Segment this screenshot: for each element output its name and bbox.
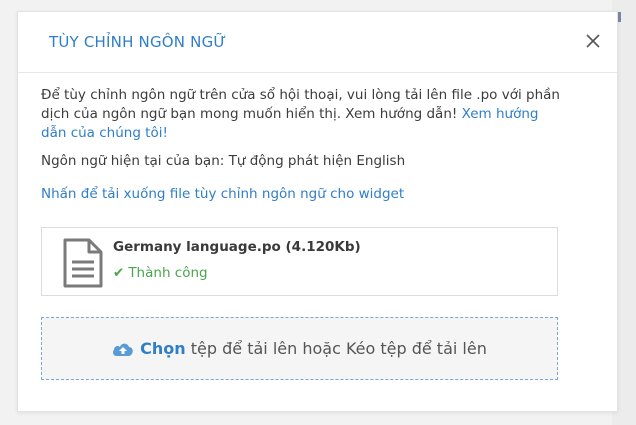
cloud-upload-icon [113,343,133,356]
file-dropzone[interactable]: Chọn tệp để tải lên hoặc Kéo tệp để tải … [41,317,558,380]
dropzone-text: tệp để tải lên hoặc Kéo tệp để tải lên [185,339,487,358]
file-name: Germany language.po (4.120Kb) [113,239,361,255]
current-language-text: Ngôn ngữ hiện tại của bạn: Tự động phát … [41,153,406,169]
uploaded-file-card: Germany language.po (4.120Kb) ✔ Thành côn… [41,227,558,296]
modal-header: TÙY CHỈNH NGÔN NGỮ [18,12,617,73]
close-icon [586,34,600,48]
modal-description: Để tùy chỉnh ngôn ngữ trên cửa sổ hội th… [41,86,561,143]
close-button[interactable] [583,31,603,51]
modal-title: TÙY CHỈNH NGÔN NGỮ [49,33,227,51]
document-icon [63,238,103,288]
check-icon: ✔ [113,265,125,281]
choose-file-link[interactable]: Chọn [140,339,186,358]
file-status: ✔ Thành công [113,265,208,281]
download-language-file-link[interactable]: Nhấn để tải xuống file tùy chỉnh ngôn ng… [41,186,404,202]
status-text: Thành công [128,265,208,281]
backdrop-accent [618,12,621,22]
